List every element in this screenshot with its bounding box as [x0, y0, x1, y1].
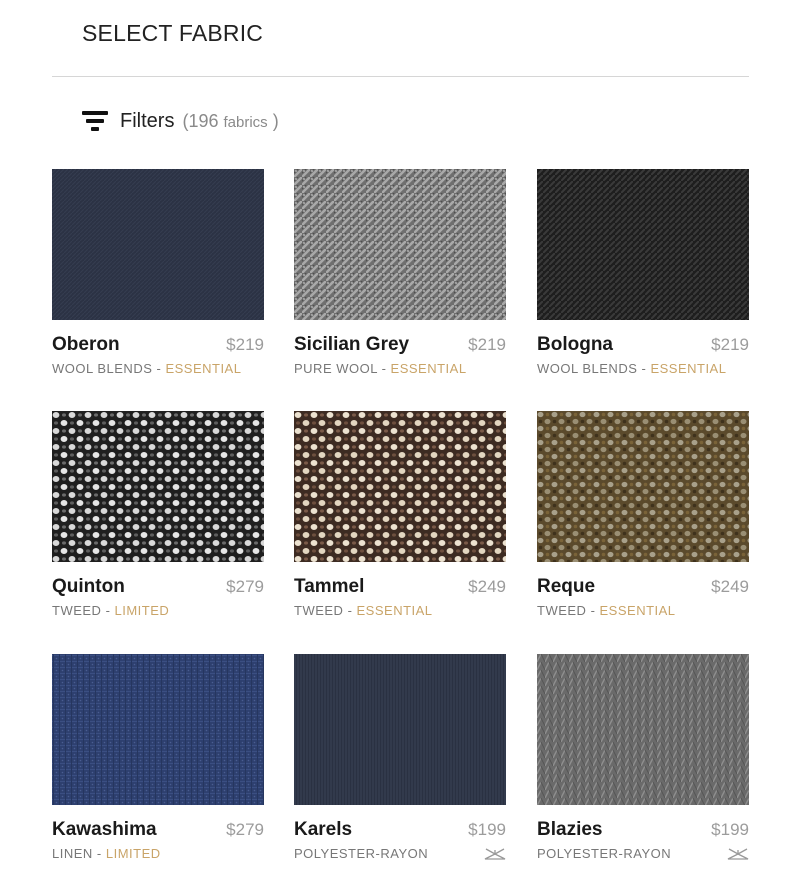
fabric-swatch [537, 411, 749, 562]
fabric-price: $219 [711, 335, 749, 354]
fabric-price: $249 [468, 577, 506, 596]
fabric-card-tammel[interactable]: Tammel $249 TWEED - ESSENTIAL [294, 411, 506, 618]
fabric-name: Bologna [537, 334, 613, 355]
fabric-swatch [294, 411, 506, 562]
fabric-tier: ESSENTIAL [390, 361, 467, 376]
fabric-meta: WOOL BLENDS - ESSENTIAL [537, 361, 727, 376]
fabric-swatch [52, 169, 264, 320]
fabric-price: $219 [468, 335, 506, 354]
fabric-meta: TWEED - ESSENTIAL [294, 603, 433, 618]
fabric-name: Quinton [52, 576, 125, 597]
fabric-name: Tammel [294, 576, 365, 597]
fabric-tier: ESSENTIAL [599, 603, 676, 618]
fabric-name: Kawashima [52, 819, 157, 840]
hanger-icon [484, 847, 506, 860]
page-title: SELECT FABRIC [82, 20, 264, 46]
fabric-card-bologna[interactable]: Bologna $219 WOOL BLENDS - ESSENTIAL [537, 169, 749, 376]
fabric-swatch [537, 654, 749, 805]
hanger-icon [727, 847, 749, 860]
fabric-tier: ESSENTIAL [356, 603, 433, 618]
fabric-card-blazies[interactable]: Blazies $199 POLYESTER-RAYON [537, 654, 749, 861]
fabric-card-oberon[interactable]: Oberon $219 WOOL BLENDS - ESSENTIAL [52, 169, 264, 376]
fabric-swatch [294, 654, 506, 805]
fabric-meta: WOOL BLENDS - ESSENTIAL [52, 361, 242, 376]
fabric-meta: TWEED - LIMITED [52, 603, 170, 618]
fabric-meta: POLYESTER-RAYON [537, 846, 672, 861]
header-divider [52, 76, 749, 77]
fabric-tier: LIMITED [105, 846, 161, 861]
fabric-price: $199 [711, 820, 749, 839]
fabric-card-sicilian-grey[interactable]: Sicilian Grey $219 PURE WOOL - ESSENTIAL [294, 169, 506, 376]
fabric-name: Reque [537, 576, 596, 597]
fabric-swatch [294, 169, 506, 320]
fabric-price: $249 [711, 577, 749, 596]
fabric-card-quinton[interactable]: Quinton $279 TWEED - LIMITED [52, 411, 264, 618]
fabric-swatch [52, 411, 264, 562]
fabric-card-karels[interactable]: Karels $199 POLYESTER-RAYON [294, 654, 506, 861]
fabric-name: Sicilian Grey [294, 334, 410, 355]
fabric-meta: LINEN - LIMITED [52, 846, 161, 861]
fabric-swatch [52, 654, 264, 805]
fabric-name: Oberon [52, 334, 120, 355]
fabric-tier: ESSENTIAL [650, 361, 727, 376]
fabric-meta: POLYESTER-RAYON [294, 846, 429, 861]
fabric-meta: PURE WOOL - ESSENTIAL [294, 361, 467, 376]
fabric-price: $279 [226, 577, 264, 596]
fabric-name: Karels [294, 819, 353, 840]
fabric-name: Blazies [537, 819, 603, 840]
fabric-card-reque[interactable]: Reque $249 TWEED - ESSENTIAL [537, 411, 749, 618]
fabric-price: $279 [226, 820, 264, 839]
fabric-price: $219 [226, 335, 264, 354]
fabric-tier: LIMITED [114, 603, 170, 618]
filter-icon [82, 111, 108, 131]
fabric-price: $199 [468, 820, 506, 839]
fabric-meta: TWEED - ESSENTIAL [537, 603, 676, 618]
filters-button[interactable]: Filters (196 fabrics ) [82, 107, 279, 135]
filters-label: Filters [120, 109, 175, 132]
fabric-card-kawashima[interactable]: Kawashima $279 LINEN - LIMITED [52, 654, 264, 861]
fabric-swatch [537, 169, 749, 320]
fabric-count: (196 fabrics ) [182, 110, 279, 131]
fabric-tier: ESSENTIAL [165, 361, 242, 376]
